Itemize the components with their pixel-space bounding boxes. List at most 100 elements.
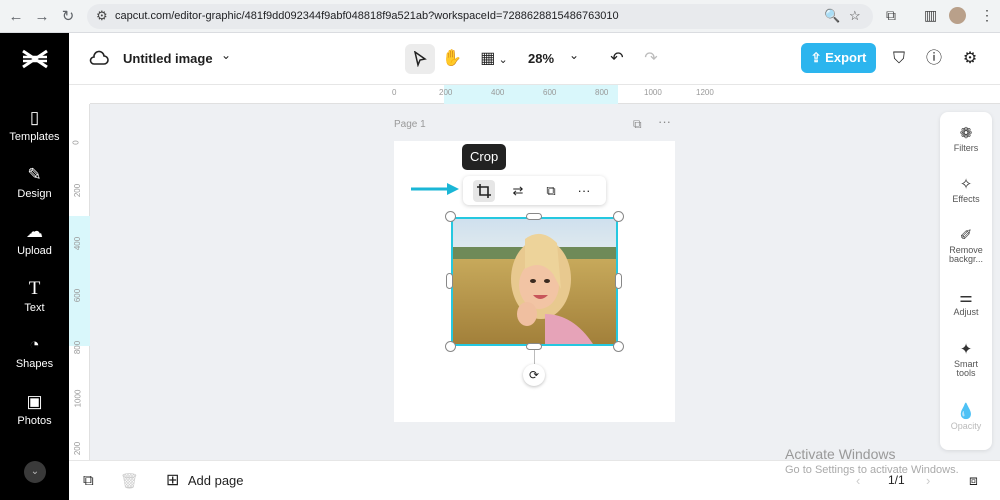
left-sidebar: ▯ Templates ✎ Design ☁ Upload T Text ◔ S… xyxy=(0,33,69,500)
zoom-icon[interactable]: 🔍 xyxy=(824,8,840,24)
effects-icon: ✧ xyxy=(959,176,973,193)
help-button[interactable]: ⓘ xyxy=(919,44,949,74)
profile-avatar[interactable] xyxy=(949,7,966,24)
ruler-tick: 1000 xyxy=(73,389,83,408)
duplicate-icon: ⧉ xyxy=(546,183,556,198)
canvas-area[interactable]: Page 1 ⧉ ··· Crop ⇄ ⧉ ··· ⟳ xyxy=(90,104,1000,460)
resize-handle-bottom-right[interactable] xyxy=(613,341,624,352)
ruler-tick: 600 xyxy=(543,88,557,97)
capcut-logo[interactable] xyxy=(20,47,50,71)
sidebar-item-text[interactable]: T Text xyxy=(0,278,69,328)
duplicate-button[interactable]: ⧉ xyxy=(540,180,562,202)
cursor-icon xyxy=(413,50,427,68)
panel-item-effects[interactable]: ✧ Effects xyxy=(940,175,992,204)
reload-icon[interactable]: ↻ xyxy=(57,6,79,28)
duplicate-page-icon[interactable]: ⧉ xyxy=(633,117,642,132)
ruler-tick: 0 xyxy=(71,140,81,145)
panel-item-label: Remove backgr... xyxy=(948,246,984,264)
eraser-icon: ✐ xyxy=(959,227,973,244)
chevron-down-icon[interactable]: ⌄ xyxy=(24,461,46,483)
right-tools-panel: ❁ Filters ✧ Effects ✐ Remove backgr... ⚌… xyxy=(940,112,992,450)
gear-icon: ⚙ xyxy=(962,50,978,67)
trash-icon[interactable]: 🗑 xyxy=(120,472,139,490)
add-page-button[interactable]: ⊞ Add page xyxy=(166,470,244,492)
shield-button[interactable]: ⛉ xyxy=(884,44,914,74)
floating-toolbar: ⇄ ⧉ ··· xyxy=(463,176,606,205)
rotate-handle[interactable]: ⟳ xyxy=(523,364,545,386)
add-page-label: Add page xyxy=(187,472,244,488)
filters-icon: ❁ xyxy=(959,125,973,142)
photos-icon: ▣ xyxy=(26,392,43,411)
address-bar[interactable]: ⚙ capcut.com/editor-graphic/481f9dd09234… xyxy=(87,4,873,29)
crop-icon xyxy=(477,184,491,198)
crop-button[interactable] xyxy=(473,180,495,202)
hand-tool-button[interactable]: ✋ xyxy=(437,44,467,74)
windows-activation-watermark: Activate Windows Go to Settings to activ… xyxy=(785,446,959,476)
sidebar-item-label: Upload xyxy=(17,245,52,257)
panel-item-label: Opacity xyxy=(950,421,982,431)
selected-photo[interactable] xyxy=(451,217,618,346)
sidebar-item-design[interactable]: ✎ Design xyxy=(0,164,69,214)
panel-item-filters[interactable]: ❁ Filters xyxy=(940,124,992,153)
chevron-down-icon[interactable]: ⌄ xyxy=(221,48,231,62)
shield-icon: ⛉ xyxy=(892,50,905,67)
browser-menu-icon[interactable]: ⋮ xyxy=(980,7,994,24)
panel-item-label: Smart tools xyxy=(953,359,978,378)
panel-item-remove-background[interactable]: ✐ Remove backgr... xyxy=(940,226,992,264)
resize-handle-left[interactable] xyxy=(446,273,453,289)
resize-handle-bottom[interactable] xyxy=(526,343,542,350)
ruler-top: 0 200 400 600 800 1000 1200 xyxy=(90,85,1000,104)
export-button[interactable]: ⇪ Export xyxy=(801,43,876,73)
side-panel-icon[interactable]: ▥ xyxy=(924,7,937,24)
sidebar-item-upload[interactable]: ☁ Upload xyxy=(0,221,69,271)
resize-handle-right[interactable] xyxy=(615,273,622,289)
more-icon[interactable]: ··· xyxy=(658,114,671,129)
layout-button[interactable]: ▦ ⌄ xyxy=(474,44,514,74)
ruler-tick: 200 xyxy=(439,88,453,97)
browser-bar: ← → ↻ ⚙ capcut.com/editor-graphic/481f9d… xyxy=(0,0,1000,33)
text-icon: T xyxy=(28,278,41,299)
ruler-tick: 1200 xyxy=(696,88,714,97)
sidebar-item-photos[interactable]: ▣ Photos xyxy=(0,391,69,441)
document-title[interactable]: Untitled image xyxy=(123,51,213,66)
page-label: Page 1 xyxy=(394,119,426,130)
panel-item-smart-tools[interactable]: ✦ Smart tools xyxy=(940,340,992,378)
sidebar-item-templates[interactable]: ▯ Templates xyxy=(0,107,69,157)
cloud-icon[interactable] xyxy=(89,50,109,66)
sidebar-item-label: Photos xyxy=(17,415,52,427)
resize-handle-top-right[interactable] xyxy=(613,211,624,222)
settings-button[interactable]: ⚙ xyxy=(955,44,985,74)
select-tool-button[interactable] xyxy=(405,44,435,74)
resize-handle-top[interactable] xyxy=(526,213,542,220)
resize-handle-bottom-left[interactable] xyxy=(445,341,456,352)
sidebar-item-shapes[interactable]: ◔ Shapes xyxy=(0,334,69,384)
duplicate-icon[interactable]: ⧉ xyxy=(83,472,94,489)
bookmark-star-icon[interactable]: ☆ xyxy=(849,8,861,24)
forward-icon[interactable]: → xyxy=(31,6,53,28)
crop-tooltip: Crop xyxy=(462,144,507,170)
undo-button[interactable]: ↶ xyxy=(602,44,632,74)
back-icon[interactable]: ← xyxy=(5,6,27,28)
more-options-button[interactable]: ··· xyxy=(573,180,595,202)
site-info-icon[interactable]: ⚙ xyxy=(96,8,108,24)
help-icon: ⓘ xyxy=(925,50,942,67)
flip-button[interactable]: ⇄ xyxy=(507,180,529,202)
redo-icon: ↷ xyxy=(644,50,658,67)
child-photo xyxy=(453,219,616,344)
panel-item-label: Filters xyxy=(953,143,979,153)
extensions-icon[interactable]: ⧉ xyxy=(886,7,896,24)
layers-icon[interactable]: ⧈ xyxy=(969,472,978,489)
upload-icon: ☁ xyxy=(26,222,43,241)
resize-handle-top-left[interactable] xyxy=(445,211,456,222)
adjust-icon: ⚌ xyxy=(959,289,973,306)
panel-item-opacity[interactable]: 💧 Opacity xyxy=(940,402,992,431)
undo-icon: ↶ xyxy=(610,50,624,67)
chevron-down-icon[interactable]: ⌄ xyxy=(569,48,579,62)
redo-button[interactable]: ↷ xyxy=(636,44,666,74)
top-toolbar: Untitled image ⌄ ✋ ▦ ⌄ 28% ⌄ ↶ ↷ ⇪ Expor… xyxy=(69,33,1000,85)
sidebar-item-label: Text xyxy=(24,302,45,314)
ruler-selection-highlight xyxy=(444,85,618,104)
ruler-tick: 400 xyxy=(491,88,505,97)
panel-item-adjust[interactable]: ⚌ Adjust xyxy=(940,288,992,317)
zoom-level[interactable]: 28% xyxy=(528,51,554,66)
